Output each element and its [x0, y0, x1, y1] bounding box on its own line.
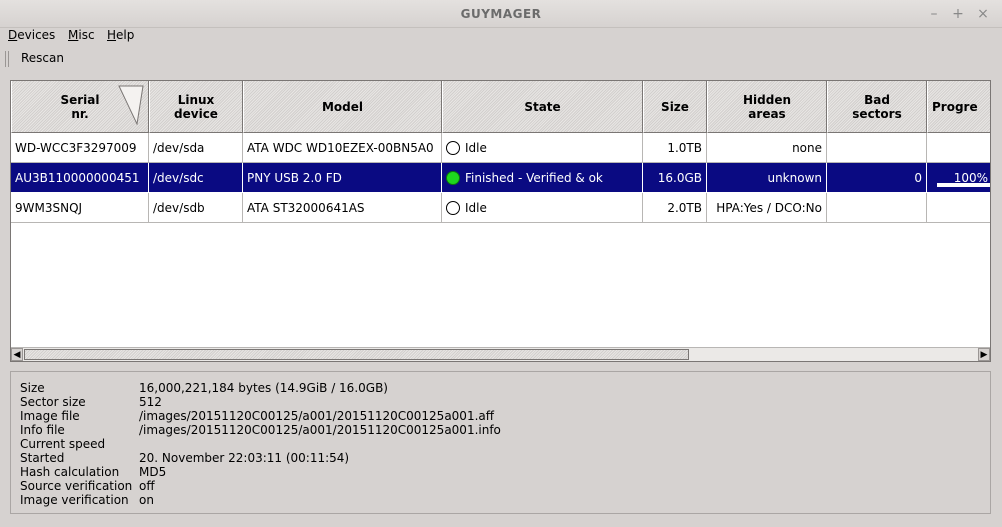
info-key: Hash calculation: [20, 465, 120, 479]
info-value: MD5: [139, 465, 167, 479]
state-idle-icon: [446, 201, 460, 215]
cell-bad-sectors: [827, 133, 927, 163]
cell-model: ATA ST32000641AS: [243, 193, 442, 223]
menu-misc-mnemonic: M: [68, 28, 79, 42]
cell-hidden-areas: none: [707, 133, 827, 163]
info-value: off: [139, 479, 155, 493]
header-size-label: Size: [661, 99, 689, 114]
header-progress[interactable]: Progre: [927, 81, 990, 133]
toolbar-grip-handle[interactable]: [5, 51, 9, 67]
cell-bad-sectors: 0: [827, 163, 927, 193]
menu-devices-mnemonic: D: [8, 28, 18, 42]
menu-misc-label: isc: [78, 28, 95, 42]
cell-state: Idle: [442, 133, 643, 163]
cell-state-label: Idle: [465, 201, 487, 215]
title-bar: GUYMAGER – + ×: [0, 0, 1002, 28]
info-value: /images/20151120C00125/a001/20151120C001…: [139, 409, 495, 423]
header-size[interactable]: Size: [643, 81, 707, 133]
cell-state: Finished - Verified & ok: [442, 163, 643, 193]
menu-misc[interactable]: Misc: [68, 28, 95, 42]
header-linux-device-label: Linux device: [174, 92, 218, 121]
header-state-label: State: [524, 99, 561, 114]
info-key: Started: [20, 451, 65, 465]
info-key: Image file: [20, 409, 80, 423]
header-linux-device[interactable]: Linux device: [149, 81, 243, 133]
cell-serial: AU3B110000000451: [11, 163, 149, 193]
info-key: Sector size: [20, 395, 86, 409]
toolbar: Rescan: [0, 47, 1002, 71]
cell-device: /dev/sdc: [149, 163, 243, 193]
minimize-button[interactable]: –: [925, 5, 943, 23]
scroll-left-icon[interactable]: ◀: [11, 348, 23, 361]
horizontal-scrollbar[interactable]: ◀ ▶: [11, 347, 990, 361]
header-progress-label: Progre: [932, 99, 978, 114]
cell-hidden-areas: HPA:Yes / DCO:No: [707, 193, 827, 223]
cell-size: 16.0GB: [643, 163, 707, 193]
menu-help[interactable]: Help: [107, 28, 134, 42]
info-key: Size: [20, 381, 45, 395]
cell-progress: 100%: [927, 163, 990, 193]
header-hidden-areas-label: Hidden areas: [742, 92, 792, 121]
maximize-button[interactable]: +: [949, 5, 967, 23]
header-model[interactable]: Model: [243, 81, 442, 133]
table-row-selected[interactable]: AU3B110000000451 /dev/sdc PNY USB 2.0 FD…: [11, 163, 990, 193]
cell-bad-sectors: [827, 193, 927, 223]
cell-device: /dev/sda: [149, 133, 243, 163]
info-key: Image verification: [20, 493, 129, 507]
scrollbar-thumb[interactable]: [24, 349, 689, 360]
cell-size: 2.0TB: [643, 193, 707, 223]
menu-help-mnemonic: H: [107, 28, 117, 42]
info-value: 16,000,221,184 bytes (14.9GiB / 16.0GB): [139, 381, 388, 395]
header-state[interactable]: State: [442, 81, 643, 133]
scroll-right-icon[interactable]: ▶: [978, 348, 990, 361]
sort-descending-icon: [118, 85, 144, 125]
state-finished-icon: [446, 171, 460, 185]
state-idle-icon: [446, 141, 460, 155]
cell-model: PNY USB 2.0 FD: [243, 163, 442, 193]
cell-progress: [927, 133, 990, 163]
info-value: /images/20151120C00125/a001/20151120C001…: [139, 423, 501, 437]
cell-state-label: Finished - Verified & ok: [465, 171, 603, 185]
cell-state-label: Idle: [465, 141, 487, 155]
menu-bar: Devices Misc Help: [0, 28, 1002, 46]
header-bad-sectors[interactable]: Bad sectors: [827, 81, 927, 133]
header-bad-sectors-label: Bad sectors: [852, 92, 902, 121]
cell-progress: [927, 193, 990, 223]
cell-model: ATA WDC WD10EZEX-00BN5A0: [243, 133, 442, 163]
menu-devices[interactable]: Devices: [8, 28, 55, 42]
header-serial[interactable]: Serial nr.: [11, 81, 149, 133]
table-row[interactable]: 9WM3SNQJ /dev/sdb ATA ST32000641AS Idle …: [11, 193, 990, 223]
window-title: GUYMAGER: [460, 7, 542, 21]
info-value: on: [139, 493, 154, 507]
device-info-panel: Size 16,000,221,184 bytes (14.9GiB / 16.0…: [10, 371, 991, 514]
cell-size: 1.0TB: [643, 133, 707, 163]
info-key: Current speed: [20, 437, 106, 451]
progress-bar-fill: [937, 183, 990, 187]
cell-device: /dev/sdb: [149, 193, 243, 223]
header-serial-label: Serial nr.: [60, 92, 100, 121]
table-row[interactable]: WD-WCC3F3297009 /dev/sda ATA WDC WD10EZE…: [11, 133, 990, 163]
device-table: Serial nr. Linux device Model State Size…: [10, 80, 991, 362]
rescan-button[interactable]: Rescan: [21, 51, 64, 65]
info-key: Source verification: [20, 479, 133, 493]
table-header: Serial nr. Linux device Model State Size…: [11, 81, 990, 133]
cell-hidden-areas: unknown: [707, 163, 827, 193]
cell-serial: WD-WCC3F3297009: [11, 133, 149, 163]
menu-devices-label: evices: [17, 28, 56, 42]
menu-help-label: elp: [116, 28, 135, 42]
info-key: Info file: [20, 423, 65, 437]
close-button[interactable]: ×: [974, 5, 992, 23]
info-value: 20. November 22:03:11 (00:11:54): [139, 451, 350, 465]
cell-serial: 9WM3SNQJ: [11, 193, 149, 223]
header-hidden-areas[interactable]: Hidden areas: [707, 81, 827, 133]
header-model-label: Model: [321, 99, 364, 114]
info-value: 512: [139, 395, 162, 409]
cell-state: Idle: [442, 193, 643, 223]
